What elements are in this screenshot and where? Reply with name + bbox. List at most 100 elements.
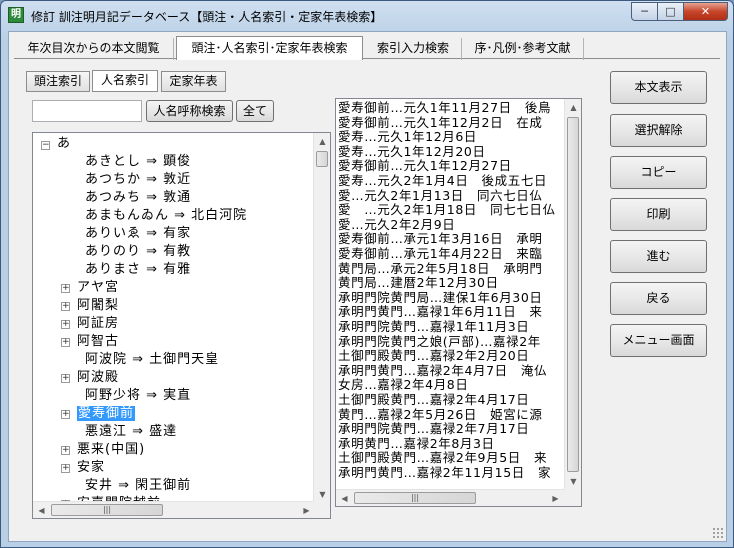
tree-item[interactable]: 安家 [77,459,105,477]
expand-icon[interactable]: + [61,338,70,347]
tree-item[interactable]: ありのり ⇒ 有教 [85,243,191,261]
list-item[interactable]: 承明門院黄門…嘉禄1年11月3日 [338,319,529,334]
tree-item-label: ありいゑ ⇒ 有家 [85,226,192,241]
list-item[interactable]: 愛 …元久2年1月18日 同七七日仏 [338,202,556,217]
list-hscroll-thumb[interactable]: ||| [354,492,476,504]
tree-root-a[interactable]: あ [57,135,71,153]
expand-icon[interactable]: + [61,302,70,311]
tree-item-label: アヤ宮 [77,280,120,295]
tree-vertical-scrollbar[interactable]: ▲ ▼ [313,133,330,503]
scroll-up-icon[interactable]: ▲ [565,99,581,116]
list-item[interactable]: 土御門殿黄門…嘉禄2年9月5日 来 [338,450,547,465]
print-button[interactable]: 印刷 [610,198,707,231]
list-item[interactable]: 黄門…嘉禄2年5月26日 姫宮に源 [338,407,543,422]
scroll-left-icon[interactable]: ◀ [336,490,353,506]
forward-button[interactable]: 進む [610,240,707,273]
tree-item[interactable]: 阿智古 [77,333,119,351]
list-item[interactable]: 愛…元久2年2月9日 [338,217,455,232]
list-item[interactable]: 承明門黄門…嘉禄2年11月15日 家 [338,465,551,480]
scroll-up-icon[interactable]: ▲ [314,133,330,150]
list-item[interactable]: 黄門局…承元2年5月18日 承明門 [338,261,543,276]
list-item[interactable]: 土御門殿黄門…嘉禄2年4月17日 [338,392,529,407]
expand-icon[interactable]: + [61,374,70,383]
expand-icon[interactable]: + [61,284,70,293]
tree-item[interactable]: 阿証房 [77,315,119,333]
tree-item[interactable]: あつちか ⇒ 敦近 [85,171,191,189]
tab-index-input-search[interactable]: 索引入力検索 [365,38,462,60]
back-button[interactable]: 戻る [610,282,707,315]
list-item[interactable]: 愛寿…元久1年12月6日 [338,129,477,144]
tree-item[interactable]: 阿野少将 ⇒ 実直 [85,387,191,405]
tree-item[interactable]: あきとし ⇒ 顕俊 [85,153,191,171]
result-list[interactable]: 愛寿御前…元久1年11月27日 後鳥 愛寿御前…元久1年12月2日 在成 愛寿…元久… [335,98,582,507]
tree-item[interactable]: 安井 ⇒ 閑王御前 [85,477,191,495]
subtab-teika-chronology[interactable]: 定家年表 [161,71,226,92]
copy-button[interactable]: コピー [610,156,707,189]
tree-item[interactable]: ありまさ ⇒ 有雅 [85,261,191,279]
tree-item[interactable]: あつみち ⇒ 敦通 [85,189,191,207]
list-item[interactable]: 承明門院黄門…嘉禄2年7月17日 [338,421,529,436]
title-bar[interactable]: 明 修訂 訓注明月記データベース【頭注・人名索引・定家年表検索】 ─ □ ✕ [1,1,733,31]
list-vertical-scrollbar[interactable]: ▲ ▼ [564,99,581,490]
expand-icon[interactable]: + [61,410,70,419]
expand-icon[interactable]: + [61,320,70,329]
list-item[interactable]: 承明門黄門…嘉禄2年4月7日 淹仏 [338,363,547,378]
list-item[interactable]: 愛寿御前…承元1年4月22日 来臨 [338,246,543,261]
subtab-annotation-index[interactable]: 頭注索引 [26,71,90,92]
close-button[interactable]: ✕ [683,2,728,21]
tree-item[interactable]: アヤ宮 [77,279,119,297]
tree-item[interactable]: あまもんゐん ⇒ 北白河院 [85,207,247,225]
list-item[interactable]: 愛…元久2年1月13日 同六七日仏 [338,188,543,203]
subtab-name-index[interactable]: 人名索引 [92,70,158,92]
list-vscroll-thumb[interactable] [567,117,579,472]
tree-item[interactable]: 阿波院 ⇒ 土御門天皇 [85,351,219,369]
list-item[interactable]: 土御門殿黄門…嘉禄2年2月20日 [338,348,529,363]
list-item[interactable]: 黄門局…建暦2年12月30日 [338,275,499,290]
list-horizontal-scrollbar[interactable]: ◀ ||| ▶ [336,489,564,506]
window-title: 修訂 訓注明月記データベース【頭注・人名索引・定家年表検索】 [31,10,383,24]
list-item[interactable]: 愛寿…元久2年1月4日 後成五七日 [338,173,547,188]
list-item[interactable]: 愛寿…元久1年12月20日 [338,144,486,159]
show-text-button[interactable]: 本文表示 [610,71,707,104]
maximize-button[interactable]: □ [657,2,684,21]
list-item[interactable]: 愛寿御前…元久1年12月27日 [338,158,512,173]
collapse-icon[interactable]: − [41,141,50,150]
tree-item[interactable]: 悪来(中国) [77,441,145,459]
expand-icon[interactable]: + [61,464,70,473]
tree-item[interactable]: 悪遠江 ⇒ 盛達 [85,423,177,441]
list-item[interactable]: 愛寿御前…元久1年12月2日 在成 [338,115,543,130]
show-all-button[interactable]: 全て [236,100,274,122]
list-item[interactable]: 承明黄門…嘉禄2年8月3日 [338,436,495,451]
tab-preface-references[interactable]: 序･凡例･参考文献 [462,38,584,60]
tree-item[interactable]: 阿波殿 [77,369,119,387]
tree-item[interactable]: 愛寿御前 [77,405,136,423]
tree-item-label: 愛寿御前 [77,406,136,421]
expand-icon[interactable]: + [61,446,70,455]
name-search-input[interactable] [32,100,142,122]
list-item[interactable]: 承明門黄門…嘉禄1年6月11日 来 [338,304,543,319]
list-item[interactable]: 愛寿御前…元久1年11月27日 後鳥 [338,100,551,115]
clear-selection-button[interactable]: 選択解除 [610,114,707,147]
tree-item[interactable]: 阿闍梨 [77,297,119,315]
list-item[interactable]: 承明門院黄門局…建保1年6月30日 [338,290,543,305]
menu-screen-button[interactable]: メニュー画面 [610,324,707,357]
tree-item[interactable]: ありいゑ ⇒ 有家 [85,225,191,243]
scroll-right-icon[interactable]: ▶ [547,490,564,506]
name-search-button[interactable]: 人名呼称検索 [146,100,233,122]
tab-annual-contents[interactable]: 年次目次からの本文閲覧 [14,38,174,60]
scroll-down-icon[interactable]: ▼ [565,473,581,490]
tab-annotation-name-index[interactable]: 頭注･人名索引･定家年表検索 [176,36,363,60]
tree-horizontal-scrollbar[interactable]: ◀ ||| ▶ [33,501,315,518]
app-icon[interactable]: 明 [8,7,24,23]
list-item[interactable]: 承明門院黄門之娘(戸部)…嘉禄2年 [338,334,541,349]
list-item[interactable]: 女房…嘉禄2年4月8日 [338,377,468,392]
tree-hscroll-thumb[interactable]: ||| [51,504,163,516]
tree-item-label: 阿波殿 [77,370,120,385]
tree-vscroll-thumb[interactable] [316,151,328,167]
scroll-left-icon[interactable]: ◀ [33,502,50,518]
minimize-button[interactable]: ─ [631,2,658,21]
list-item[interactable]: 愛寿御前…承元1年3月16日 承明 [338,231,543,246]
tree-item-label: 阿証房 [77,316,120,331]
name-tree[interactable]: − あ あきとし ⇒ 顕俊 あつちか ⇒ 敦近 あつみち ⇒ 敦通 あまもんゐん ⇒ … [32,132,331,519]
resize-grip-icon[interactable] [712,527,724,539]
